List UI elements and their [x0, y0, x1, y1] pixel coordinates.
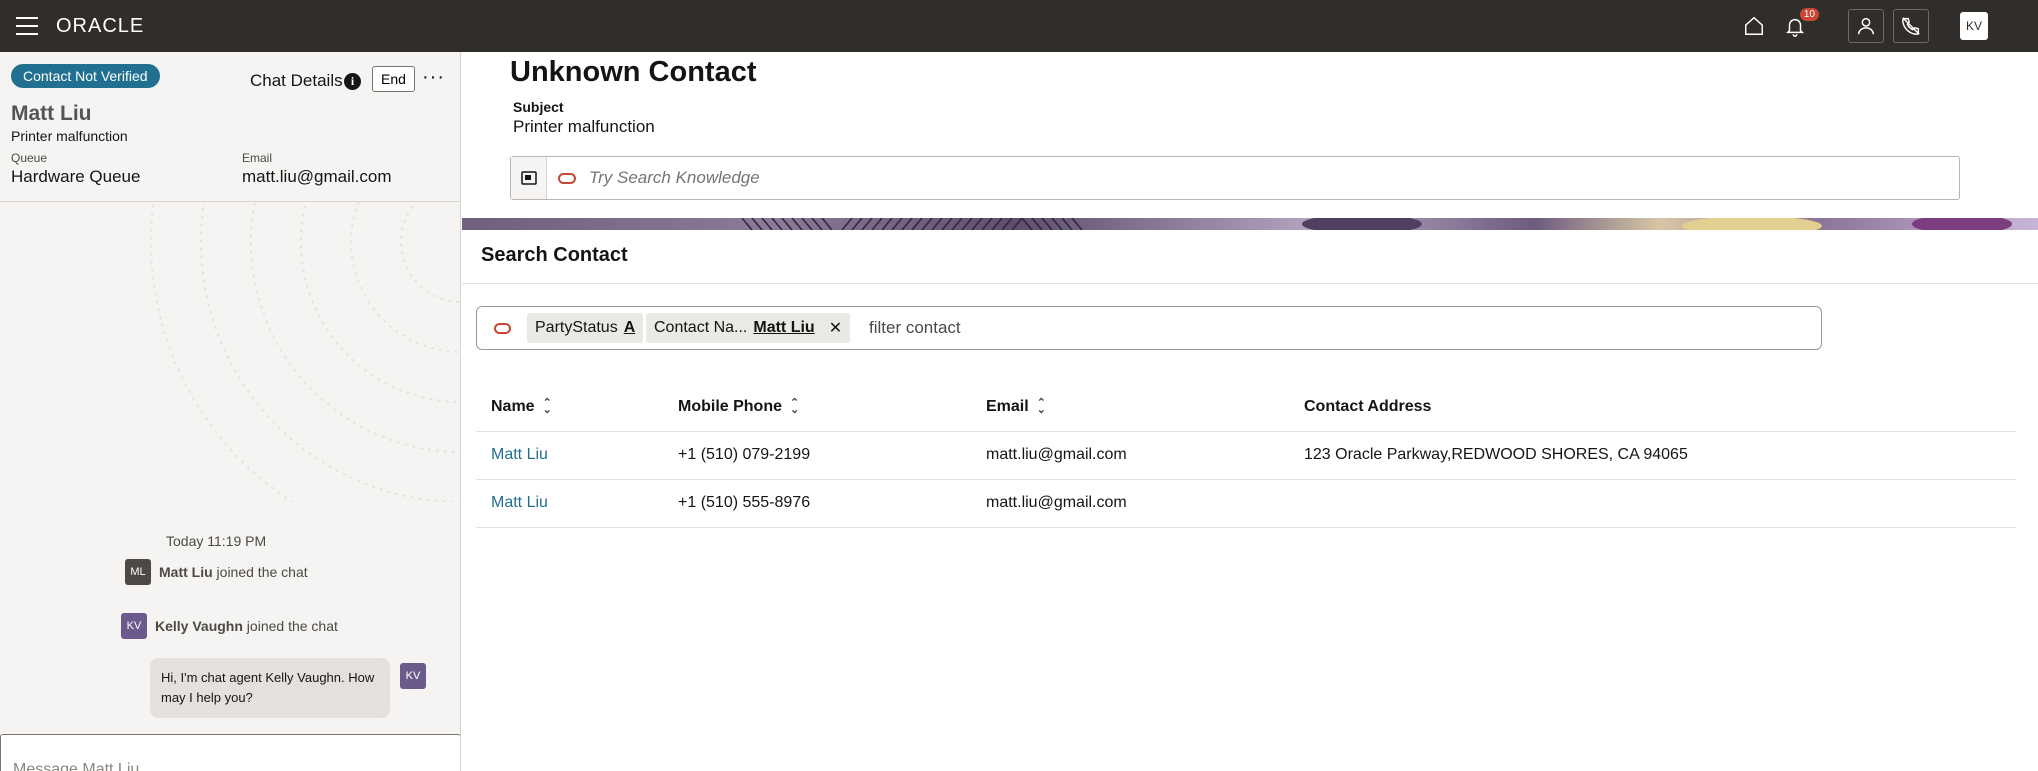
contact-status-badge: Contact Not Verified — [11, 64, 160, 88]
phone-disconnect-icon[interactable] — [1893, 9, 1929, 43]
chat-timestamp: Today 11:19 PM — [166, 533, 267, 549]
avatar: ML — [125, 559, 151, 585]
event-name: Kelly Vaughn — [155, 618, 243, 634]
email-cell: matt.liu@gmail.com — [986, 494, 1127, 511]
column-label: Name — [491, 398, 535, 415]
sort-icon[interactable]: ⌃ ⌄ — [1037, 398, 1046, 416]
column-header-email[interactable]: Email ⌃ ⌄ — [986, 398, 1046, 416]
oracle-logo: ORACLE — [56, 15, 145, 37]
table-row[interactable]: Matt Liu +1 (510) 555-8976 matt.liu@gmai… — [476, 480, 2016, 528]
filter-chip-party-status[interactable]: PartyStatus A — [527, 313, 644, 343]
message-input[interactable]: Message Matt Liu — [0, 734, 460, 771]
chip-label: PartyStatus — [535, 319, 618, 336]
chip-value: Matt Liu — [753, 319, 815, 336]
close-icon[interactable]: ✕ — [829, 318, 842, 338]
customer-issue: Printer malfunction — [11, 128, 128, 144]
more-icon[interactable]: ··· — [422, 66, 445, 89]
top-navigation-bar: ORACLE 10 KV — [0, 0, 2038, 52]
mobile-phone-cell: +1 (510) 555-8976 — [678, 494, 811, 511]
avatar: KV — [121, 613, 147, 639]
chat-header: Contact Not Verified Chat Details i End … — [0, 52, 460, 202]
page-title: Unknown Contact — [510, 56, 757, 88]
contacts-table: Name ⌃ ⌄ Mobile Phone ⌃ ⌄ Email ⌃ ⌄ Contact… — [476, 380, 2016, 528]
bell-icon[interactable]: 10 — [1779, 8, 1819, 42]
event-text: joined the chat — [212, 564, 308, 580]
chat-panel: Contact Not Verified Chat Details i End … — [0, 52, 461, 771]
decorative-banner — [462, 218, 2038, 230]
contact-filter-bar[interactable]: PartyStatus A Contact Na... Matt Liu ✕ f… — [476, 306, 1822, 350]
sort-icon[interactable]: ⌃ ⌄ — [543, 398, 552, 416]
user-avatar[interactable]: KV — [1960, 12, 1988, 40]
notification-count-badge: 10 — [1799, 8, 1819, 21]
main-content: Unknown Contact Subject Printer malfunct… — [462, 52, 2038, 771]
column-label: Email — [986, 398, 1029, 415]
background-pattern — [150, 202, 460, 502]
agent-message-bubble: Hi, I'm chat agent Kelly Vaughn. How may… — [150, 658, 390, 718]
contact-name-link[interactable]: Matt Liu — [491, 446, 548, 464]
menu-icon[interactable] — [16, 17, 38, 35]
customer-name: Matt Liu — [11, 102, 92, 125]
knowledge-icon[interactable] — [511, 157, 547, 199]
chip-label: Contact Na... — [654, 319, 748, 336]
event-text: joined the chat — [242, 618, 338, 634]
section-title: Search Contact — [481, 244, 628, 266]
subject-label: Subject — [513, 99, 564, 115]
chat-event: KV Kelly Vaughn joined the chat — [121, 613, 338, 639]
column-header-mobile-phone[interactable]: Mobile Phone ⌃ ⌄ — [678, 398, 799, 416]
column-header-contact-address: Contact Address — [1304, 398, 1431, 416]
filter-chip-contact-name[interactable]: Contact Na... Matt Liu ✕ — [646, 313, 851, 343]
event-name: Matt Liu — [159, 564, 213, 580]
user-icon[interactable] — [1848, 9, 1884, 43]
knowledge-search-input[interactable] — [589, 168, 1889, 188]
column-label: Mobile Phone — [678, 398, 782, 415]
knowledge-search-bar[interactable] — [510, 156, 1960, 200]
chat-event: ML Matt Liu joined the chat — [125, 559, 308, 585]
table-row[interactable]: Matt Liu +1 (510) 079-2199 matt.liu@gmai… — [476, 432, 2016, 480]
table-header-row: Name ⌃ ⌄ Mobile Phone ⌃ ⌄ Email ⌃ ⌄ Contact… — [476, 380, 2016, 432]
oracle-search-icon — [494, 323, 511, 334]
search-contact-header: Search Contact — [462, 230, 2038, 284]
address-cell: 123 Oracle Parkway,REDWOOD SHORES, CA 94… — [1304, 446, 1688, 463]
end-chat-button[interactable]: End — [372, 66, 415, 92]
home-icon[interactable] — [1738, 10, 1770, 42]
queue-label: Queue — [11, 151, 48, 165]
queue-value: Hardware Queue — [11, 167, 141, 186]
info-icon[interactable]: i — [344, 73, 361, 90]
email-value: matt.liu@gmail.com — [242, 167, 392, 186]
mobile-phone-cell: +1 (510) 079-2199 — [678, 446, 811, 463]
email-cell: matt.liu@gmail.com — [986, 446, 1127, 463]
oracle-search-icon — [558, 173, 576, 184]
column-label: Contact Address — [1304, 398, 1432, 415]
column-header-name[interactable]: Name ⌃ ⌄ — [491, 398, 552, 416]
subject-value: Printer malfunction — [513, 117, 655, 136]
filter-contact-input[interactable]: filter contact — [869, 318, 1469, 338]
contact-name-link[interactable]: Matt Liu — [491, 494, 548, 512]
chip-value: A — [623, 319, 636, 336]
agent-avatar: KV — [400, 663, 426, 689]
email-label: Email — [242, 151, 273, 165]
chat-details-label[interactable]: Chat Details — [250, 71, 343, 91]
sort-icon[interactable]: ⌃ ⌄ — [790, 398, 799, 416]
